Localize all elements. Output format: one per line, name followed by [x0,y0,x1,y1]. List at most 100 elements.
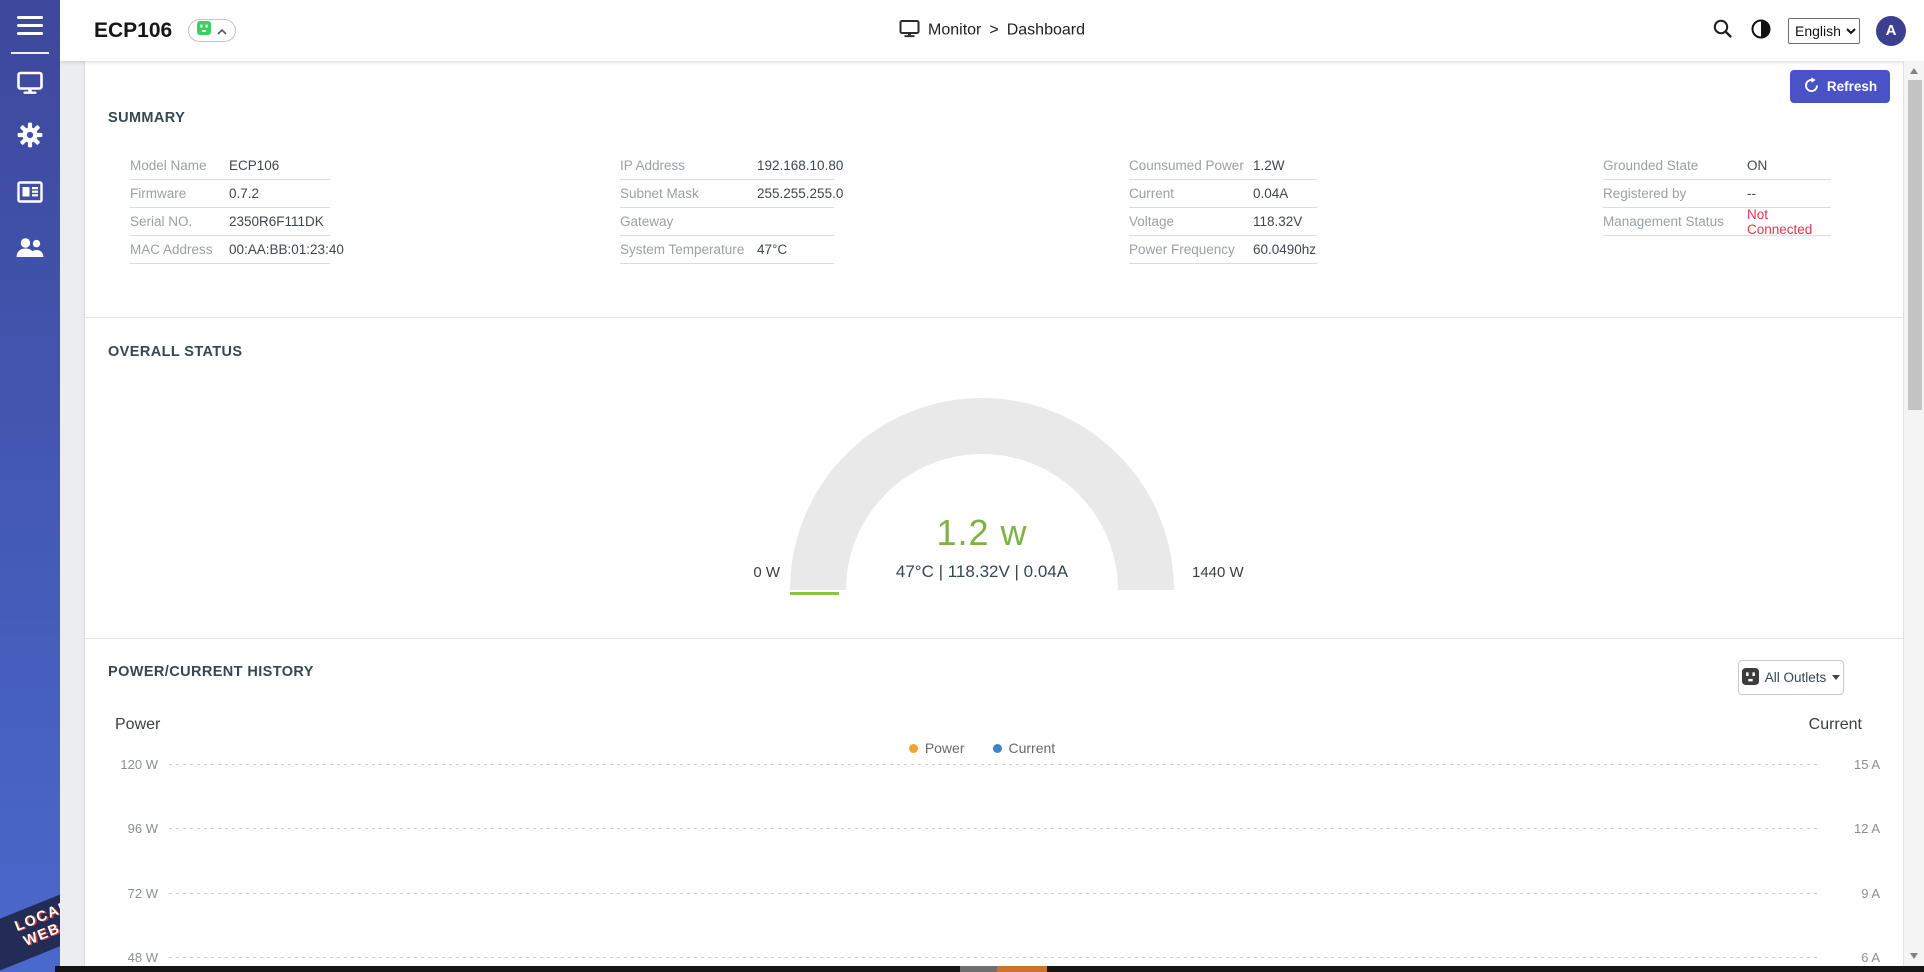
outlet-filter-label: All Outlets [1765,670,1827,685]
left-axis-tick: 72 W [100,886,158,901]
chart-grid-row: 96 W 12 A [100,820,1880,836]
search-button[interactable] [1712,18,1734,43]
theme-contrast-toggle[interactable] [1750,18,1772,43]
legend-item-current[interactable]: Current [993,740,1056,756]
topbar: ECP106 Monitor > Dashboard [60,0,1924,61]
summary-value: ECP106 [229,158,279,173]
summary-value: 255.255.255.0 [757,186,843,201]
gridline [169,828,1819,829]
chevron-up-icon [217,22,227,40]
summary-row: Power Frequency60.0490hz [1129,236,1317,264]
summary-value: 1.2W [1253,158,1285,173]
right-axis-tick: 12 A [1830,821,1880,836]
language-select[interactable]: English [1788,18,1860,44]
legend-dot-power [909,744,918,753]
summary-value: 60.0490hz [1253,242,1316,257]
gridline [169,764,1819,765]
gear-icon [16,121,44,154]
gauge-min-label: 0 W [735,564,780,581]
summary-value: ON [1747,158,1767,173]
summary-row: Management StatusNot Connected [1603,208,1831,236]
outlet-icon [1742,668,1759,688]
chart-plot-area: 120 W 15 A 96 W 12 A 72 W 9 A [100,756,1880,966]
summary-row: Counsumed Power1.2W [1129,152,1317,180]
gridline [169,957,1819,958]
summary-row: Voltage118.32V [1129,208,1317,236]
summary-row: Current0.04A [1129,180,1317,208]
gridline [169,893,1819,894]
summary-value: 2350R6F111DK [229,214,324,229]
summary-label: Subnet Mask [620,186,757,201]
monitor-icon [16,70,44,101]
page-title: ECP106 [94,19,172,43]
menu-toggle-button[interactable] [17,16,43,40]
summary-label: Firmware [130,186,229,201]
sidebar: LOCAL WEB [0,0,60,972]
legend-item-power[interactable]: Power [909,740,965,756]
breadcrumb-separator: > [989,22,998,40]
summary-value: 192.168.10.80 [757,158,843,173]
legend-label-current: Current [1009,740,1056,756]
summary-label: Current [1129,186,1253,201]
summary-row: MAC Address00:AA:BB:01:23:40 [130,236,330,264]
bottom-strip-gray-segment [960,966,997,972]
section-divider [85,638,1903,639]
left-axis-tick: 120 W [100,757,158,772]
right-axis-tick: 9 A [1830,886,1880,901]
breadcrumb: Monitor > Dashboard [899,19,1085,42]
gauge-details: 47°C | 118.32V | 0.04A [832,562,1132,582]
summary-column-power: Counsumed Power1.2WCurrent0.04AVoltage11… [1129,152,1317,264]
chart-grid-row: 120 W 15 A [100,756,1880,772]
gauge-max-label: 1440 W [1192,564,1262,581]
scrollbar-thumb[interactable] [1908,80,1922,410]
summary-column-status: Grounded StateONRegistered by--Managemen… [1603,152,1831,236]
summary-value: 0.04A [1253,186,1288,201]
right-axis-title: Current [1792,716,1862,734]
legend-label-power: Power [925,740,965,756]
summary-label: IP Address [620,158,757,173]
outlet-filter-dropdown[interactable]: All Outlets [1738,660,1844,695]
summary-value: 00:AA:BB:01:23:40 [229,242,344,257]
app-root: LOCAL WEB ECP106 Monitor > [0,0,1924,972]
device-status-badge[interactable] [188,19,236,42]
summary-value: Not Connected [1747,207,1831,237]
sidebar-item-users[interactable] [0,235,60,265]
avatar[interactable]: A [1876,16,1906,46]
refresh-icon [1803,77,1820,97]
chart-grid-row: 48 W 6 A [100,949,1880,965]
scrollbar-up-arrow[interactable] [1910,68,1918,74]
left-axis-tick: 48 W [100,950,158,965]
gauge-progress-indicator [790,592,839,595]
sidebar-item-monitor[interactable] [0,70,60,100]
dashboard-content: Refresh SUMMARY Model NameECP106Firmware… [85,61,1903,972]
breadcrumb-page[interactable]: Dashboard [1007,22,1085,40]
monitor-breadcrumb-icon [899,19,920,42]
summary-label: System Temperature [620,242,757,257]
summary-row: Model NameECP106 [130,152,330,180]
users-icon [15,236,45,265]
summary-row: IP Address192.168.10.80 [620,152,834,180]
vertical-scrollbar[interactable] [1903,61,1924,966]
sidebar-item-logs[interactable] [0,179,60,209]
summary-label: Management Status [1603,214,1747,229]
summary-label: MAC Address [130,242,229,257]
right-axis-tick: 6 A [1830,950,1880,965]
chart-legend: Power Current [850,740,1114,756]
left-axis-tick: 96 W [100,821,158,836]
history-heading: POWER/CURRENT HISTORY [108,664,314,680]
sidebar-item-settings[interactable] [0,122,60,152]
caret-down-icon [1832,675,1840,680]
summary-label: Voltage [1129,214,1253,229]
refresh-button[interactable]: Refresh [1790,70,1890,103]
search-icon [1712,18,1734,43]
chart-grid-row: 72 W 9 A [100,885,1880,901]
local-web-logo: LOCAL WEB [0,875,60,972]
bottom-edge-strip [55,966,1924,972]
summary-value: 0.7.2 [229,186,259,201]
summary-row: Registered by-- [1603,180,1831,208]
scrollbar-down-arrow[interactable] [1910,953,1918,959]
breadcrumb-section[interactable]: Monitor [928,22,981,40]
overall-status-heading: OVERALL STATUS [108,344,243,360]
newspaper-icon [16,179,44,210]
contrast-icon [1750,18,1772,43]
